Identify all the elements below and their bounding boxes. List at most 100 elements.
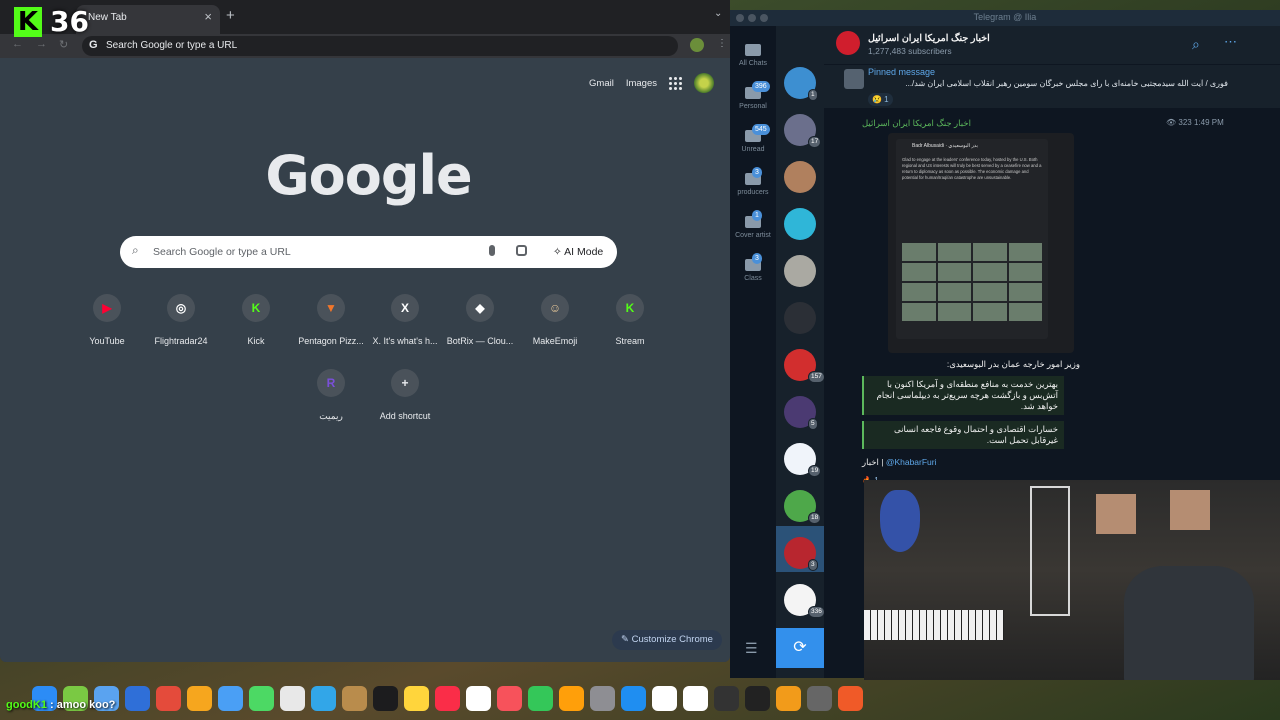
dock-app-icon[interactable] <box>776 685 801 711</box>
chat-avatar[interactable]: 336 <box>784 584 825 618</box>
shortcut-tile[interactable]: ☺ MakeEmoji <box>517 294 593 346</box>
microphone-icon[interactable] <box>489 245 495 256</box>
window-title: Telegram @ Ilia <box>973 12 1037 22</box>
dock-app-icon[interactable] <box>652 685 677 711</box>
chat-avatar[interactable]: 157 <box>784 349 825 383</box>
kick-stream-icon: K <box>616 294 644 322</box>
close-icon[interactable]: × <box>204 9 212 24</box>
dock-app-icon[interactable] <box>311 685 336 711</box>
shortcut-tile[interactable]: ▼ Pentagon Pizz... <box>293 294 369 346</box>
dock-app-icon[interactable] <box>745 685 770 711</box>
kick-logo: K <box>14 6 42 37</box>
dock-app-icon[interactable] <box>125 685 150 711</box>
shortcut-tile[interactable]: X X. It's what's h... <box>367 294 443 346</box>
dock-app-icon[interactable] <box>466 685 491 711</box>
tab-new-tab[interactable]: New Tab × <box>76 5 220 34</box>
chat-avatar[interactable]: 1 <box>784 67 818 101</box>
pinned-message-bar[interactable]: Pinned message فوری / آیت الله سیدمجتبی … <box>824 64 1280 108</box>
chat-avatar[interactable]: 3 <box>784 537 818 571</box>
dock-app-icon[interactable] <box>218 685 243 711</box>
dock-app-icon[interactable] <box>559 685 584 711</box>
unread-badge: 336 <box>808 606 825 618</box>
ai-mode-label: AI Mode <box>564 246 604 258</box>
chat-avatar[interactable] <box>784 161 816 193</box>
dock-app-icon[interactable] <box>404 685 429 711</box>
gmail-link[interactable]: Gmail <box>589 78 614 89</box>
google-apps-icon[interactable] <box>669 76 682 90</box>
dock-app-icon[interactable] <box>187 685 212 711</box>
folder-personal[interactable]: 396 Personal <box>730 81 776 110</box>
webcam-overlay <box>864 480 1280 680</box>
dock-app-icon[interactable] <box>373 685 398 711</box>
new-tab-button[interactable]: + <box>226 7 235 24</box>
dock-app-icon[interactable] <box>590 685 615 711</box>
chat-avatar[interactable] <box>784 208 816 240</box>
dock-app-icon[interactable] <box>683 685 708 711</box>
address-bar[interactable]: G Search Google or type a URL <box>82 36 678 56</box>
dock-app-icon[interactable] <box>807 685 832 711</box>
more-options-icon[interactable]: ⋯ <box>1224 34 1237 50</box>
shortcut-tile[interactable]: K Kick <box>218 294 294 346</box>
shortcut-tile[interactable]: ◆ BotRix — Clou... <box>442 294 518 346</box>
profile-avatar[interactable] <box>690 38 704 52</box>
search-placeholder: Search Google or type a URL <box>153 246 291 258</box>
shortcut-label: MakeEmoji <box>532 336 578 346</box>
dock-app-icon[interactable] <box>156 685 181 711</box>
shortcut-label: Kick <box>247 336 265 346</box>
customize-chrome-button[interactable]: ✎ Customize Chrome <box>612 630 722 650</box>
shortcut-tile[interactable]: K Stream <box>592 294 668 346</box>
forward-arrow-icon[interactable]: → <box>36 38 47 50</box>
dock-app-icon[interactable] <box>714 685 739 711</box>
folder-label: producers <box>737 189 769 196</box>
dock-app-icon[interactable] <box>342 685 367 711</box>
google-lens-icon[interactable] <box>516 245 527 256</box>
dock-app-icon[interactable] <box>838 685 863 711</box>
dock-app-icon[interactable] <box>435 685 460 711</box>
search-icon[interactable]: ⌕ <box>1192 36 1200 53</box>
dock-app-icon[interactable] <box>528 685 553 711</box>
shortcut-tile[interactable]: R ریمیت <box>293 369 369 422</box>
settings-sliders-icon[interactable]: ☰ <box>745 640 758 657</box>
message-image[interactable]: Badr Albusaidi · بدر البوسعيدي Glad to e… <box>888 133 1074 353</box>
chat-avatar[interactable] <box>784 255 816 287</box>
dock-app-icon[interactable] <box>249 685 274 711</box>
dock-app-icon[interactable] <box>280 685 305 711</box>
channel-name: اخبار جنگ امریکا ایران اسرائیل <box>868 33 990 44</box>
chat-avatar[interactable] <box>784 302 816 334</box>
reload-icon[interactable]: ↻ <box>59 38 68 51</box>
pinned-text: فوری / آیت الله سیدمجتبی خامنه‌ای با رای… <box>905 79 1228 88</box>
folder-cover-artist[interactable]: 1 Cover artist <box>730 210 776 239</box>
folder-all-chats[interactable]: All Chats <box>730 44 776 67</box>
guitar <box>880 490 920 552</box>
channel-link[interactable]: @KhabarFuri <box>886 457 937 467</box>
account-avatar[interactable] <box>694 73 714 93</box>
dock-app-icon[interactable] <box>497 685 522 711</box>
kebab-menu-icon[interactable]: ⋮ <box>717 38 727 49</box>
dock-app-icon[interactable] <box>621 685 646 711</box>
ai-mode-button[interactable]: ✧ AI Mode <box>544 240 612 264</box>
stream-chat-line: goodK1 : amoo koo? <box>6 699 115 711</box>
tab-title: New Tab <box>88 12 127 23</box>
shortcut-tile[interactable]: ◎ Flightradar24 <box>143 294 219 346</box>
pinned-reaction[interactable]: 😢 1 <box>868 93 893 106</box>
shortcut-label: Pentagon Pizz... <box>298 336 364 346</box>
gaming-chair <box>1124 566 1254 680</box>
chevron-down-icon[interactable]: ⌄ <box>714 8 722 19</box>
viewer-count: 36 <box>50 5 89 38</box>
chat-avatar[interactable]: 5 <box>784 396 818 430</box>
folder-producers[interactable]: 3 producers <box>730 167 776 196</box>
shortcut-tile[interactable]: + Add shortcut <box>367 369 443 421</box>
shortcut-tile[interactable]: ▶ YouTube <box>69 294 145 346</box>
back-arrow-icon[interactable]: ← <box>12 38 23 50</box>
images-link[interactable]: Images <box>626 78 657 89</box>
chat-header[interactable]: اخبار جنگ امریکا ایران اسرائیل 1,277,483… <box>824 26 1280 64</box>
folder-unread[interactable]: 545 Unread <box>730 124 776 153</box>
chat-avatar[interactable]: 18 <box>784 490 822 524</box>
chat-avatar[interactable]: 19 <box>784 443 822 477</box>
search-box[interactable]: ⌕ Search Google or type a URL ✧ AI Mode <box>120 236 617 268</box>
folder-badge: 545 <box>752 124 770 135</box>
refresh-icon[interactable]: ⟳ <box>776 628 824 668</box>
address-bar-text: Search Google or type a URL <box>106 40 238 51</box>
folder-class[interactable]: 3 Class <box>730 253 776 282</box>
chat-avatar[interactable]: 17 <box>784 114 822 148</box>
